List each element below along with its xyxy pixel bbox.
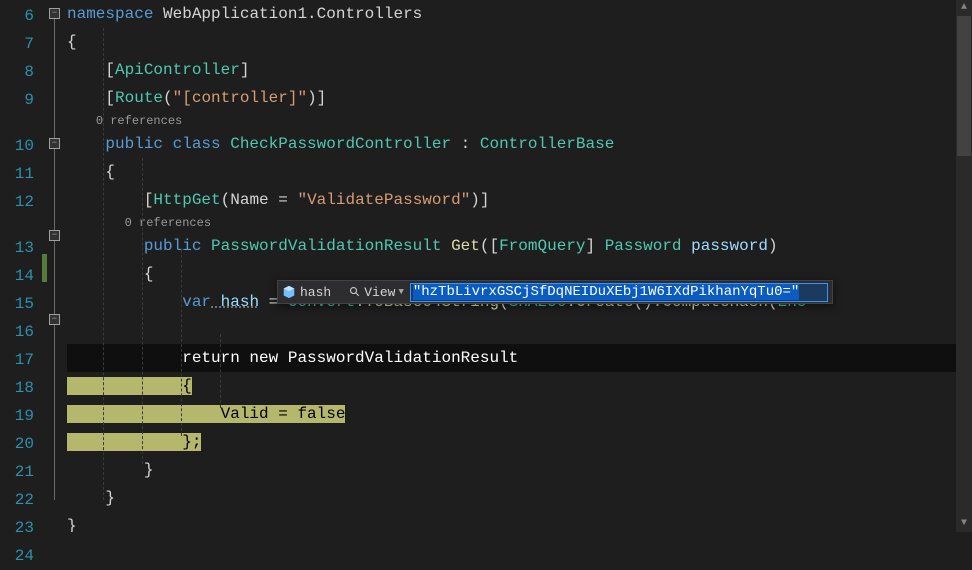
line-number: 23 xyxy=(0,514,42,542)
variable-icon xyxy=(282,285,296,299)
line-number: 18 xyxy=(0,374,42,402)
fold-toggle[interactable]: − xyxy=(49,138,60,149)
line-number-gutter: 6 7 8 9 10 11 12 13 14 15 16 17 18 19 20… xyxy=(0,0,42,532)
line-number: 8 xyxy=(0,58,42,86)
fold-toggle[interactable]: − xyxy=(49,314,60,325)
line-number: 17 xyxy=(0,346,42,374)
debug-value-tooltip[interactable]: hash View ▼ "hzTbLivrxGSCjSfDqNEIDuXEbj1… xyxy=(277,280,833,304)
codelens-references[interactable]: 0 references xyxy=(67,214,972,232)
fold-toggle[interactable]: − xyxy=(49,230,60,241)
code-line: }; xyxy=(67,428,972,456)
line-number: 14 xyxy=(0,262,42,290)
code-line: public PasswordValidationResult Get([Fro… xyxy=(67,232,972,260)
code-line: public class CheckPasswordController : C… xyxy=(67,130,972,158)
vertical-scrollbar[interactable]: ▲ ▼ xyxy=(956,0,972,532)
code-line: } xyxy=(67,484,972,512)
line-number: 19 xyxy=(0,402,42,430)
line-number: 24 xyxy=(0,542,42,570)
code-line: [Route("[controller]")] xyxy=(67,84,972,112)
magnify-icon xyxy=(349,286,361,298)
code-editor-area[interactable]: namespace WebApplication1.Controllers { … xyxy=(67,0,972,532)
code-line: } xyxy=(67,512,972,532)
line-number: 6 xyxy=(0,2,42,30)
fold-column: − − − − xyxy=(47,0,67,532)
line-number: 9 xyxy=(0,86,42,114)
scrollbar-thumb[interactable] xyxy=(957,16,971,156)
scroll-down-arrow[interactable]: ▼ xyxy=(956,516,972,532)
debug-value-field[interactable]: "hzTbLivrxGSCjSfDqNEIDuXEbj1W6IXdPikhanY… xyxy=(410,283,828,302)
line-number: 13 xyxy=(0,234,42,262)
code-line: Valid = false xyxy=(67,400,972,428)
code-line xyxy=(67,316,972,344)
line-number: 21 xyxy=(0,458,42,486)
debug-variable-name: hash xyxy=(300,285,331,300)
codelens-references[interactable]: 0 references xyxy=(67,112,972,130)
line-number: 15 xyxy=(0,290,42,318)
chevron-down-icon: ▼ xyxy=(398,287,403,297)
line-number: 16 xyxy=(0,318,42,346)
line-number: 10 xyxy=(0,132,42,160)
line-number: 20 xyxy=(0,430,42,458)
line-number: 12 xyxy=(0,188,42,216)
code-line: namespace WebApplication1.Controllers xyxy=(67,0,972,28)
code-line: } xyxy=(67,456,972,484)
fold-toggle[interactable]: − xyxy=(49,8,60,19)
code-line: { xyxy=(67,158,972,186)
code-line: [HttpGet(Name = "ValidatePassword")] xyxy=(67,186,972,214)
line-number: 11 xyxy=(0,160,42,188)
line-number: 7 xyxy=(0,30,42,58)
code-line: { xyxy=(67,28,972,56)
code-line-current: return new PasswordValidationResult xyxy=(67,344,972,372)
debug-view-button[interactable]: View ▼ xyxy=(349,285,404,300)
line-number: 22 xyxy=(0,486,42,514)
fold-guide-line xyxy=(54,19,55,500)
scroll-up-arrow[interactable]: ▲ xyxy=(956,0,972,16)
code-line: [ApiController] xyxy=(67,56,972,84)
code-line: { xyxy=(67,372,972,400)
